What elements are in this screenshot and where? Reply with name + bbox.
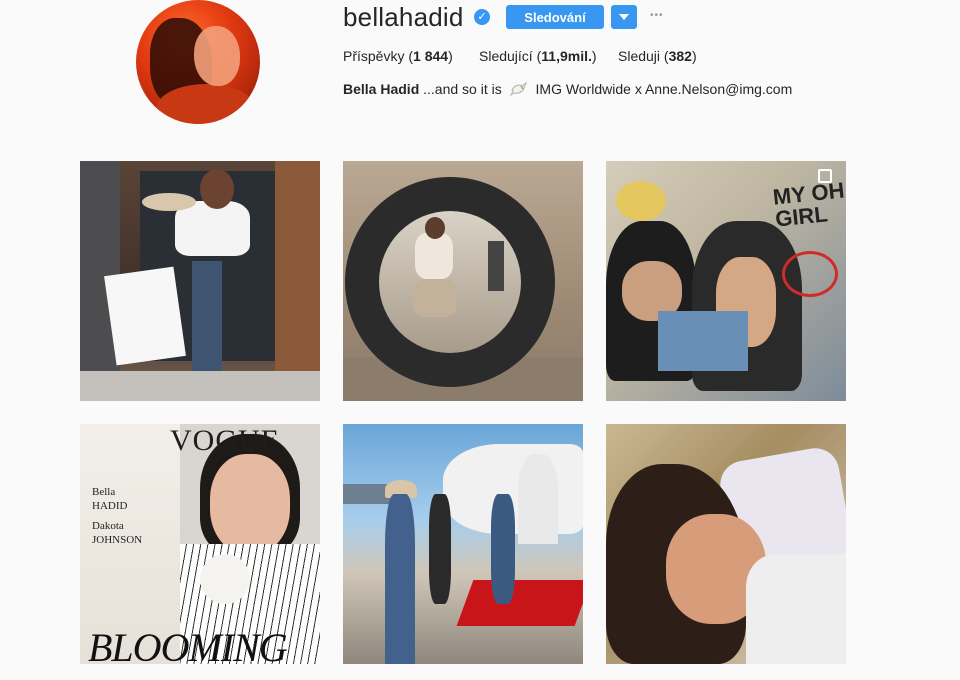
post-thumbnail-1[interactable]	[80, 161, 320, 401]
following-link[interactable]: Sleduji (382)	[618, 48, 697, 64]
posts-label: Příspěvky	[343, 48, 405, 64]
following-label: Sleduji	[618, 48, 661, 64]
cover-name-3: Dakota	[92, 520, 124, 532]
following-button[interactable]: Sledování	[506, 5, 604, 29]
dove-emoji-icon	[509, 81, 527, 97]
more-options-icon[interactable]: •••	[650, 10, 674, 24]
cover-name-4: JOHNSON	[92, 534, 143, 546]
cover-bottom-text: BLOOMING	[88, 625, 288, 664]
post-thumbnail-4[interactable]: VOGUE Bella HADID Dakota JOHNSON BLOOMIN…	[80, 424, 320, 664]
followers-value: 11,9mil.	[541, 48, 592, 64]
followers-link[interactable]: Sledující (11,9mil.)	[479, 48, 597, 64]
bio-full-name: Bella Hadid	[343, 81, 420, 97]
profile-username: bellahadid	[343, 2, 464, 32]
cover-title: VOGUE	[170, 424, 280, 457]
followers-label: Sledující	[479, 48, 533, 64]
post-thumbnail-5[interactable]	[343, 424, 583, 664]
suggestions-dropdown-button[interactable]	[611, 5, 637, 29]
cover-name-1: Bella	[92, 486, 116, 498]
graffiti-text: MY OH GIRL	[771, 177, 846, 232]
post-thumbnail-6[interactable]	[606, 424, 846, 664]
multiple-photos-icon	[818, 169, 832, 183]
chevron-down-icon	[619, 14, 629, 20]
bio-text-end: IMG Worldwide x Anne.Nelson@img.com	[535, 81, 793, 97]
posts-value: 1 844	[413, 48, 449, 64]
verified-badge-icon: ✓	[474, 9, 490, 25]
post-thumbnail-2[interactable]	[343, 161, 583, 401]
posts-count: Příspěvky (1 844)	[343, 48, 453, 64]
profile-avatar[interactable]	[136, 0, 260, 124]
post-thumbnail-3[interactable]: MY OH GIRL	[606, 161, 846, 401]
cover-name-2: HADID	[92, 500, 128, 512]
following-value: 382	[668, 48, 692, 64]
bio-text-start: ...and so it is	[423, 81, 502, 97]
profile-bio: Bella Hadid ...and so it is IMG Worldwid…	[343, 81, 792, 97]
